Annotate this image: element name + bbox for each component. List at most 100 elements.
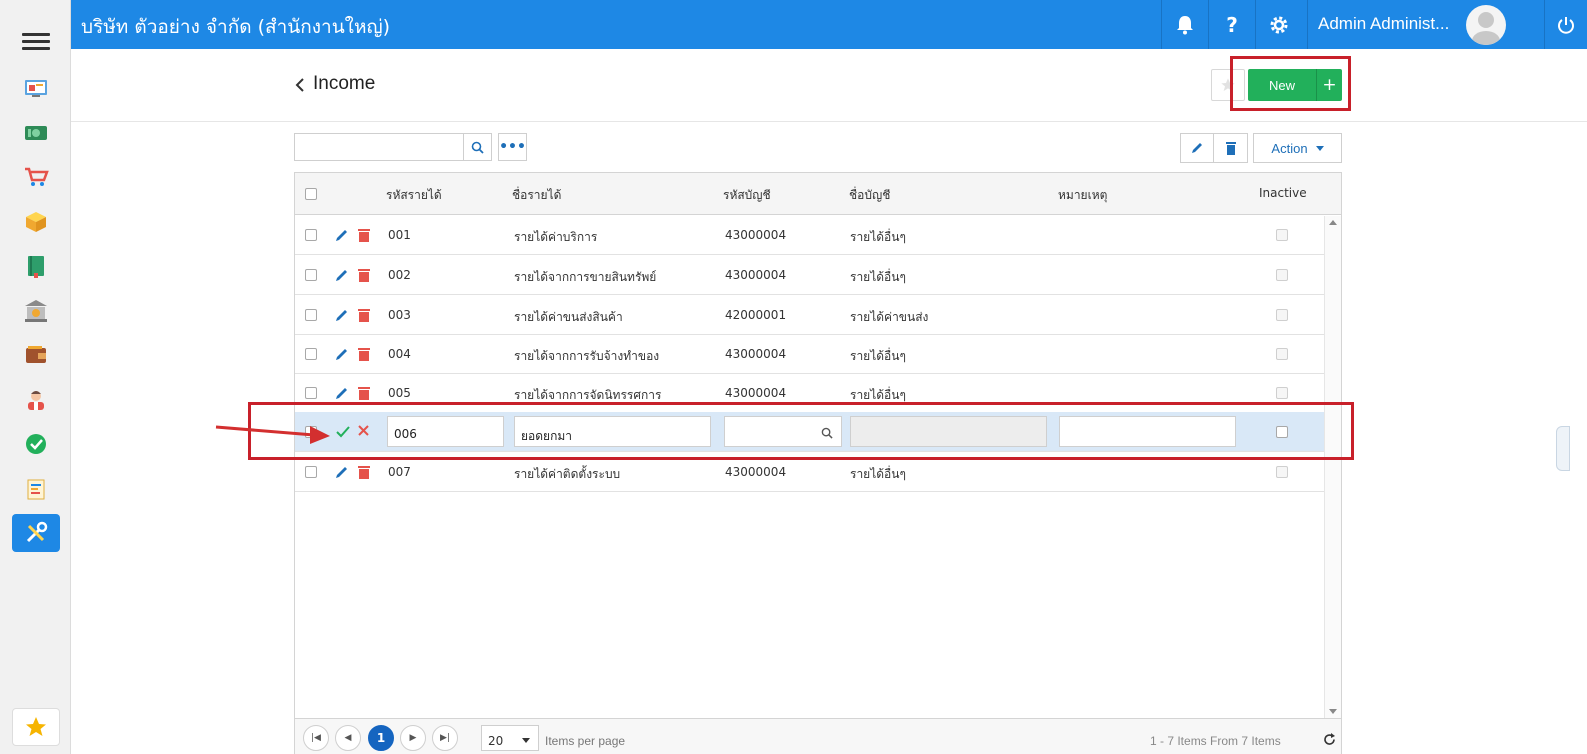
tools-icon[interactable] (12, 514, 60, 552)
trash-icon[interactable] (358, 308, 370, 322)
notification-bell-icon[interactable] (1161, 0, 1208, 49)
pencil-icon[interactable] (335, 268, 349, 282)
chevron-left-icon[interactable] (294, 76, 308, 94)
table-row[interactable]: 002 รายได้จากการขายสินทรัพย์ 43000004 รา… (295, 255, 1324, 295)
highlight-new-button (1230, 56, 1351, 111)
page-size-value: 20 (488, 734, 504, 748)
box-icon[interactable] (12, 203, 60, 241)
pencil-icon[interactable] (1180, 133, 1214, 163)
cell-account-code: 43000004 (725, 347, 787, 361)
trash-icon[interactable] (1214, 133, 1248, 163)
inactive-checkbox (1276, 229, 1288, 241)
employee-icon[interactable] (12, 381, 60, 419)
cell-account-name: รายได้อื่นๆ (850, 467, 906, 481)
pencil-icon[interactable] (335, 386, 349, 400)
sidebar (0, 0, 71, 754)
company-name: บริษัท ตัวอย่าง จำกัด (สำนักงานใหญ่) (81, 16, 391, 38)
cell-code: 002 (388, 268, 411, 282)
cell-name: รายได้จากการรับจ้างทำของ (514, 349, 660, 363)
search-icon[interactable] (463, 133, 492, 161)
scroll-down-icon[interactable] (1329, 709, 1337, 714)
wallet-icon[interactable] (12, 336, 60, 374)
grid-scrollbar[interactable] (1324, 216, 1341, 718)
power-icon[interactable] (1544, 0, 1587, 49)
cell-name: รายได้ค่าบริการ (514, 230, 598, 244)
trash-icon[interactable] (358, 228, 370, 242)
row-checkbox[interactable] (305, 229, 317, 241)
action-dropdown[interactable]: Action (1253, 133, 1342, 163)
cell-name: รายได้ค่าติดตั้งระบบ (514, 467, 621, 481)
cart-icon[interactable] (12, 158, 60, 196)
top-bar: บริษัท ตัวอย่าง จำกัด (สำนักงานใหญ่) ? A… (71, 0, 1587, 49)
table-row[interactable]: 003 รายได้ค่าขนส่งสินค้า 42000001 รายได้… (295, 295, 1324, 335)
next-page-icon[interactable]: ▶ (400, 725, 426, 751)
table-row[interactable]: 004 รายได้จากการรับจ้างทำของ 43000004 รา… (295, 334, 1324, 374)
gear-icon[interactable] (1255, 0, 1302, 49)
check-circle-icon[interactable] (12, 425, 60, 463)
row-checkbox[interactable] (305, 309, 317, 321)
cell-account-name: รายได้อื่นๆ (850, 270, 906, 284)
trash-icon[interactable] (358, 347, 370, 361)
column-header-account-code[interactable]: รหัสบัญชี (723, 186, 771, 205)
page-size-select[interactable]: 20 (481, 725, 539, 751)
book-icon[interactable] (12, 247, 60, 285)
current-page-button[interactable]: 1 (368, 725, 394, 751)
inactive-checkbox (1276, 309, 1288, 321)
cell-account-name: รายได้อื่นๆ (850, 349, 906, 363)
user-menu[interactable]: Admin Administ... (1307, 0, 1544, 49)
highlight-editing-row (248, 402, 1354, 460)
pager: |◀ ◀ 1 ▶ ▶| 20 Items per page 1 - 7 Item… (295, 718, 1341, 754)
prev-page-icon[interactable]: ◀ (335, 725, 361, 751)
pencil-icon[interactable] (335, 308, 349, 322)
row-checkbox[interactable] (305, 269, 317, 281)
cell-account-code: 43000004 (725, 268, 787, 282)
last-page-icon[interactable]: ▶| (432, 725, 458, 751)
cell-code: 001 (388, 228, 411, 242)
column-header-inactive[interactable]: Inactive (1259, 186, 1307, 200)
star-icon[interactable] (12, 708, 60, 746)
chevron-down-icon (522, 738, 530, 743)
row-checkbox[interactable] (305, 466, 317, 478)
inactive-checkbox (1276, 269, 1288, 281)
table-row[interactable]: 001 รายได้ค่าบริการ 43000004 รายได้อื่นๆ (295, 215, 1324, 255)
inactive-checkbox (1276, 466, 1288, 478)
column-header-name[interactable]: ชื่อรายได้ (512, 186, 561, 205)
cell-code: 004 (388, 347, 411, 361)
action-label: Action (1271, 140, 1308, 156)
trash-icon[interactable] (358, 268, 370, 282)
report-icon[interactable] (12, 470, 60, 508)
bank-icon[interactable] (12, 292, 60, 330)
dashboard-icon[interactable] (12, 69, 60, 107)
refresh-icon[interactable] (1323, 733, 1336, 746)
inactive-checkbox (1276, 348, 1288, 360)
money-icon[interactable] (12, 114, 60, 152)
column-header-code[interactable]: รหัสรายได้ (386, 186, 442, 205)
select-all-checkbox[interactable] (305, 188, 317, 200)
trash-icon[interactable] (358, 386, 370, 400)
cell-account-code: 42000001 (725, 308, 787, 322)
more-options-button[interactable]: ••• (498, 133, 527, 161)
chevron-down-icon (1315, 145, 1324, 151)
scroll-up-icon[interactable] (1329, 220, 1337, 225)
cell-code: 003 (388, 308, 411, 322)
row-checkbox[interactable] (305, 387, 317, 399)
pencil-icon[interactable] (335, 465, 349, 479)
cell-account-name: รายได้ค่าขนส่ง (850, 310, 929, 324)
column-header-account-name[interactable]: ชื่อบัญชี (849, 186, 890, 205)
column-header-note[interactable]: หมายเหตุ (1058, 186, 1107, 205)
grid-header: รหัสรายได้ ชื่อรายได้ รหัสบัญชี ชื่อบัญช… (295, 173, 1341, 215)
annotation-arrow-icon (215, 425, 330, 444)
pencil-icon[interactable] (335, 347, 349, 361)
page-header: Income New + (71, 49, 1587, 122)
help-icon[interactable]: ? (1208, 0, 1255, 49)
search-input[interactable] (294, 133, 463, 161)
menu-icon[interactable] (22, 33, 50, 53)
side-panel-tab[interactable] (1556, 426, 1570, 471)
trash-icon[interactable] (358, 465, 370, 479)
pencil-icon[interactable] (335, 228, 349, 242)
cell-code: 007 (388, 465, 411, 479)
first-page-icon[interactable]: |◀ (303, 725, 329, 751)
row-checkbox[interactable] (305, 348, 317, 360)
cell-account-code: 43000004 (725, 465, 787, 479)
avatar[interactable] (1466, 5, 1506, 45)
